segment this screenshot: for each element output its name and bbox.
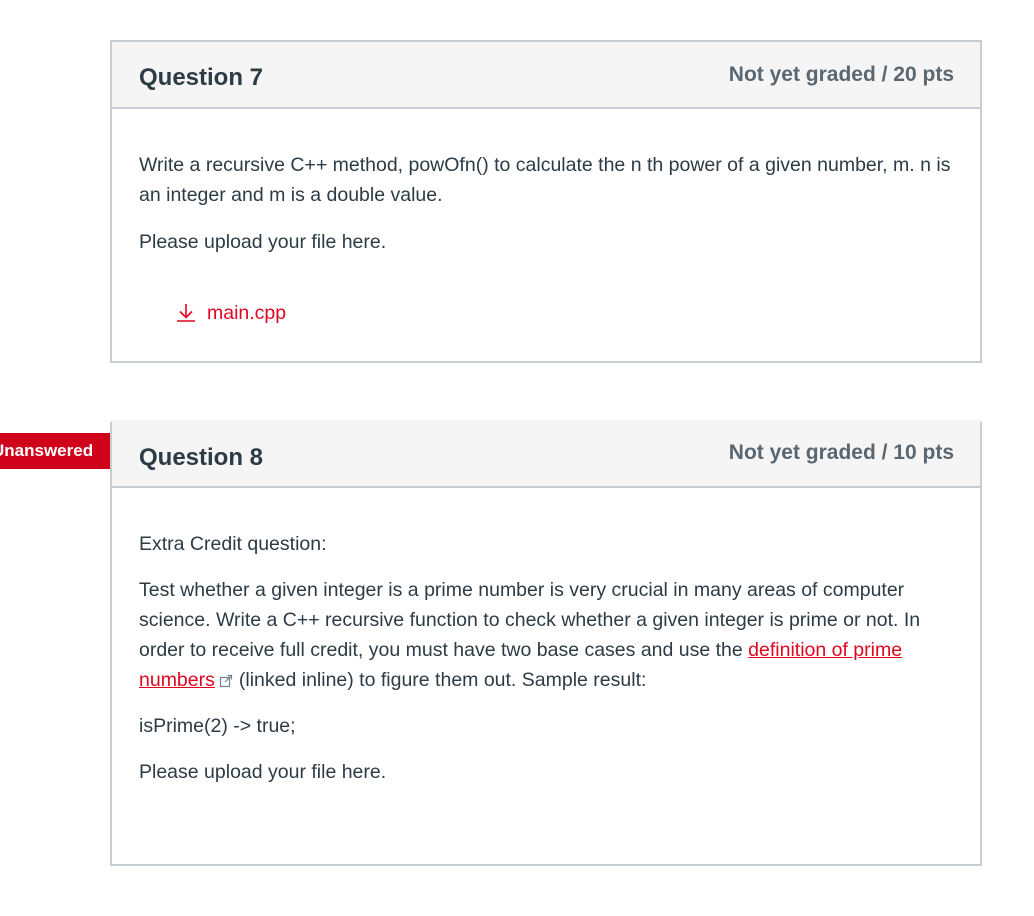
attachment-link-main-cpp[interactable]: main.cpp: [175, 298, 286, 328]
question-text-after-link: (linked inline) to figure them out. Samp…: [238, 669, 647, 691]
question-7-card: Question 7 Not yet graded / 20 pts Write…: [110, 40, 982, 363]
question-title: Question 7: [139, 64, 264, 91]
unanswered-flag: Unanswered: [0, 433, 126, 469]
question-8-card: Question 8 Not yet graded / 10 pts Extra…: [110, 420, 982, 866]
question-points: Not yet graded / 10 pts: [728, 441, 954, 464]
external-link-icon[interactable]: [219, 667, 233, 697]
question-text: Write a recursive C++ method, powOfn() t…: [139, 154, 951, 206]
question-8-header: Question 8 Not yet graded / 10 pts: [112, 420, 980, 488]
unanswered-flag-label: Unanswered: [0, 441, 94, 460]
question-points: Not yet graded / 20 pts: [728, 63, 954, 86]
quiz-results-page: Question 7 Not yet graded / 20 pts Write…: [0, 0, 1034, 916]
question-intro: Extra Credit question:: [139, 533, 327, 555]
download-icon: [175, 302, 197, 324]
question-text: Test whether a given integer is a prime …: [139, 575, 960, 697]
question-title: Question 8: [139, 444, 264, 471]
question-7-header: Question 7 Not yet graded / 20 pts: [112, 42, 980, 109]
upload-prompt: Please upload your file here.: [139, 231, 387, 253]
upload-prompt: Please upload your file here.: [139, 761, 387, 783]
attachment-name: main.cpp: [207, 302, 287, 324]
sample-result: isPrime(2) -> true;: [139, 715, 296, 737]
